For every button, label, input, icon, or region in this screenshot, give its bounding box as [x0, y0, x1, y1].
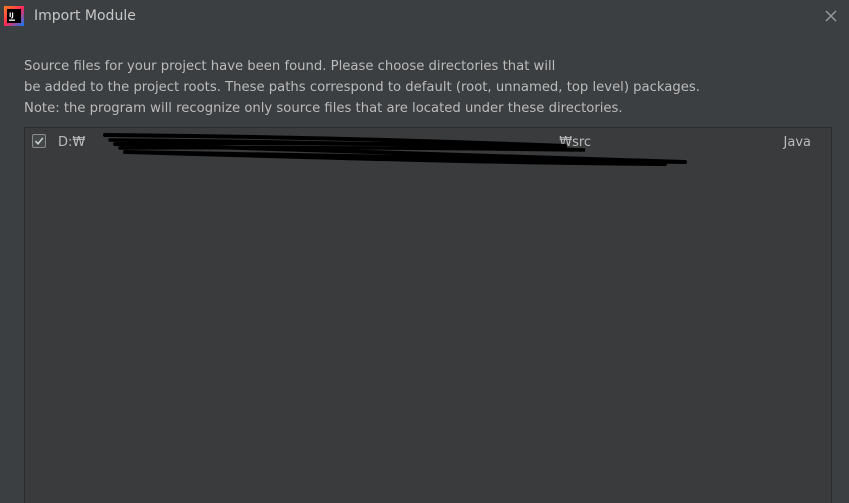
- dialog-title: Import Module: [34, 8, 136, 24]
- source-root-checkbox[interactable]: [32, 134, 46, 148]
- instructions-text: Source files for your project have been …: [24, 56, 824, 119]
- path-suffix: ₩src: [559, 135, 592, 150]
- instructions-line-3: Note: the program will recognize only so…: [24, 101, 623, 116]
- source-roots-list[interactable]: D:₩ ₩src Java: [24, 127, 832, 503]
- list-item[interactable]: D:₩ ₩src Java: [25, 128, 831, 166]
- close-icon[interactable]: [823, 8, 839, 24]
- path-prefix: D:₩: [58, 135, 86, 150]
- instructions-line-1: Source files for your project have been …: [24, 59, 556, 74]
- instructions-line-2: be added to the project roots. These pat…: [24, 80, 700, 95]
- source-root-language: Java: [783, 135, 811, 150]
- source-root-path: D:₩ ₩src: [58, 135, 591, 150]
- import-module-dialog: IJ Import Module Source files for your p…: [0, 0, 849, 503]
- title-bar: IJ Import Module: [0, 0, 849, 36]
- svg-text:IJ: IJ: [9, 11, 14, 19]
- checkmark-icon: [34, 137, 44, 145]
- intellij-idea-icon: IJ: [4, 6, 24, 26]
